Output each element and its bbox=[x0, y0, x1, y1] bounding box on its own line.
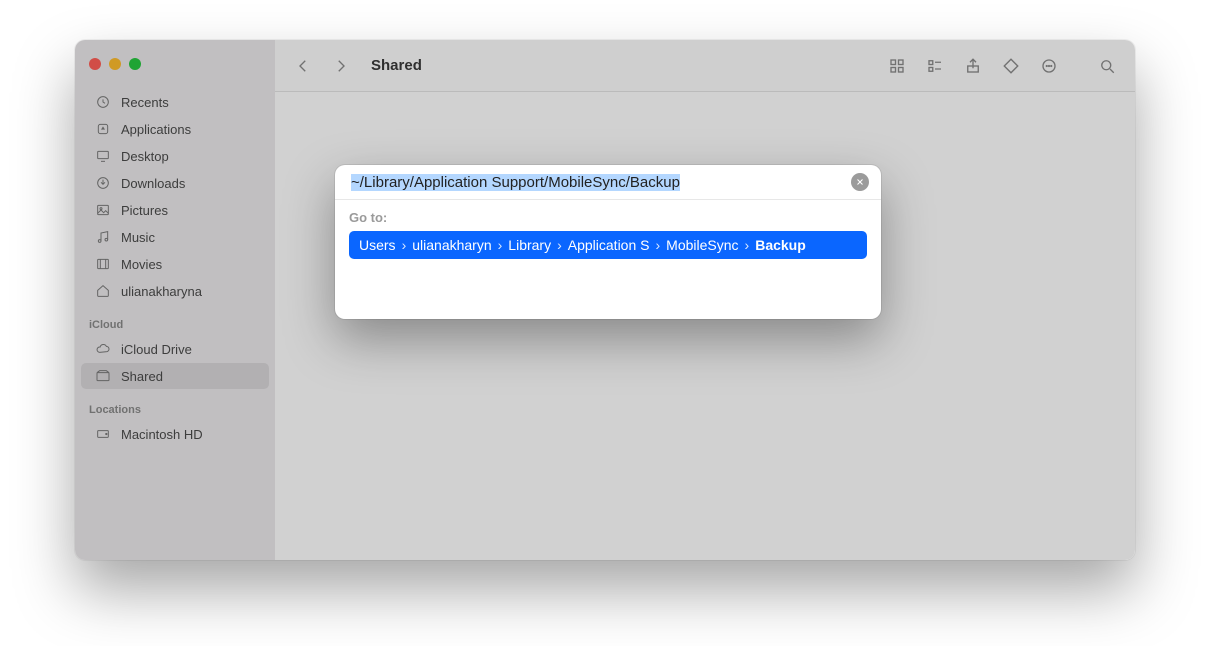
sidebar-item-home[interactable]: ulianakharyna bbox=[81, 278, 269, 304]
sidebar-item-downloads[interactable]: Downloads bbox=[81, 170, 269, 196]
forward-button[interactable] bbox=[327, 52, 355, 80]
sidebar-item-label: iCloud Drive bbox=[121, 342, 192, 357]
app-icon bbox=[95, 121, 111, 137]
chevron-right-icon: › bbox=[498, 237, 503, 253]
path-crumb: Backup bbox=[755, 237, 806, 253]
maximize-window-button[interactable] bbox=[129, 58, 141, 70]
more-button[interactable] bbox=[1035, 52, 1063, 80]
shared-icon bbox=[95, 368, 111, 384]
back-button[interactable] bbox=[289, 52, 317, 80]
sidebar-item-label: Music bbox=[121, 230, 155, 245]
minimize-window-button[interactable] bbox=[109, 58, 121, 70]
path-crumb: MobileSync bbox=[666, 237, 738, 253]
sidebar-item-recents[interactable]: Recents bbox=[81, 89, 269, 115]
toolbar: Shared bbox=[275, 40, 1135, 92]
download-icon bbox=[95, 175, 111, 191]
close-window-button[interactable] bbox=[89, 58, 101, 70]
desktop-icon bbox=[95, 148, 111, 164]
chevron-right-icon: › bbox=[655, 237, 660, 253]
sidebar-item-label: Downloads bbox=[121, 176, 185, 191]
sidebar-item-label: Recents bbox=[121, 95, 169, 110]
path-crumb: ulianakharyn bbox=[412, 237, 491, 253]
sidebar-item-desktop[interactable]: Desktop bbox=[81, 143, 269, 169]
clock-icon bbox=[95, 94, 111, 110]
group-by-button[interactable] bbox=[921, 52, 949, 80]
tags-button[interactable] bbox=[997, 52, 1025, 80]
film-icon bbox=[95, 256, 111, 272]
chevron-right-icon: › bbox=[745, 237, 750, 253]
go-to-input-row: ~/Library/Application Support/MobileSync… bbox=[335, 165, 881, 200]
disk-icon bbox=[95, 426, 111, 442]
chevron-right-icon: › bbox=[557, 237, 562, 253]
sidebar-item-applications[interactable]: Applications bbox=[81, 116, 269, 142]
sidebar-item-label: Shared bbox=[121, 369, 163, 384]
sidebar-item-label: Applications bbox=[121, 122, 191, 137]
share-button[interactable] bbox=[959, 52, 987, 80]
sidebar-item-label: Desktop bbox=[121, 149, 169, 164]
path-crumb: Application S bbox=[568, 237, 650, 253]
window-controls bbox=[75, 50, 275, 88]
sidebar-group-locations: Locations bbox=[75, 390, 275, 420]
sidebar-item-movies[interactable]: Movies bbox=[81, 251, 269, 277]
folder-title: Shared bbox=[371, 57, 422, 74]
sidebar-item-music[interactable]: Music bbox=[81, 224, 269, 250]
sidebar-item-label: Movies bbox=[121, 257, 162, 272]
sidebar-item-label: ulianakharyna bbox=[121, 284, 202, 299]
sidebar-item-label: Macintosh HD bbox=[121, 427, 203, 442]
sidebar-group-icloud: iCloud bbox=[75, 305, 275, 335]
image-icon bbox=[95, 202, 111, 218]
cloud-icon bbox=[95, 341, 111, 357]
go-to-suggestion[interactable]: Users › ulianakharyn › Library › Application S… bbox=[349, 231, 867, 259]
go-to-folder-dialog: ~/Library/Application Support/MobileSync… bbox=[335, 165, 881, 319]
go-to-label: Go to: bbox=[349, 210, 867, 225]
clear-input-button[interactable] bbox=[851, 173, 869, 191]
chevron-right-icon: › bbox=[402, 237, 407, 253]
home-icon bbox=[95, 283, 111, 299]
sidebar-item-macintosh-hd[interactable]: Macintosh HD bbox=[81, 421, 269, 447]
search-button[interactable] bbox=[1093, 52, 1121, 80]
sidebar-item-label: Pictures bbox=[121, 203, 168, 218]
music-icon bbox=[95, 229, 111, 245]
folder-content[interactable] bbox=[275, 92, 1135, 560]
view-mode-button[interactable] bbox=[883, 52, 911, 80]
go-to-path-input[interactable]: ~/Library/Application Support/MobileSync… bbox=[351, 174, 851, 191]
path-crumb: Library bbox=[508, 237, 551, 253]
sidebar-item-shared[interactable]: Shared bbox=[81, 363, 269, 389]
sidebar-item-pictures[interactable]: Pictures bbox=[81, 197, 269, 223]
sidebar: Recents Applications Desktop Downloads Pictu… bbox=[75, 40, 275, 560]
path-crumb: Users bbox=[359, 237, 396, 253]
sidebar-item-icloud-drive[interactable]: iCloud Drive bbox=[81, 336, 269, 362]
